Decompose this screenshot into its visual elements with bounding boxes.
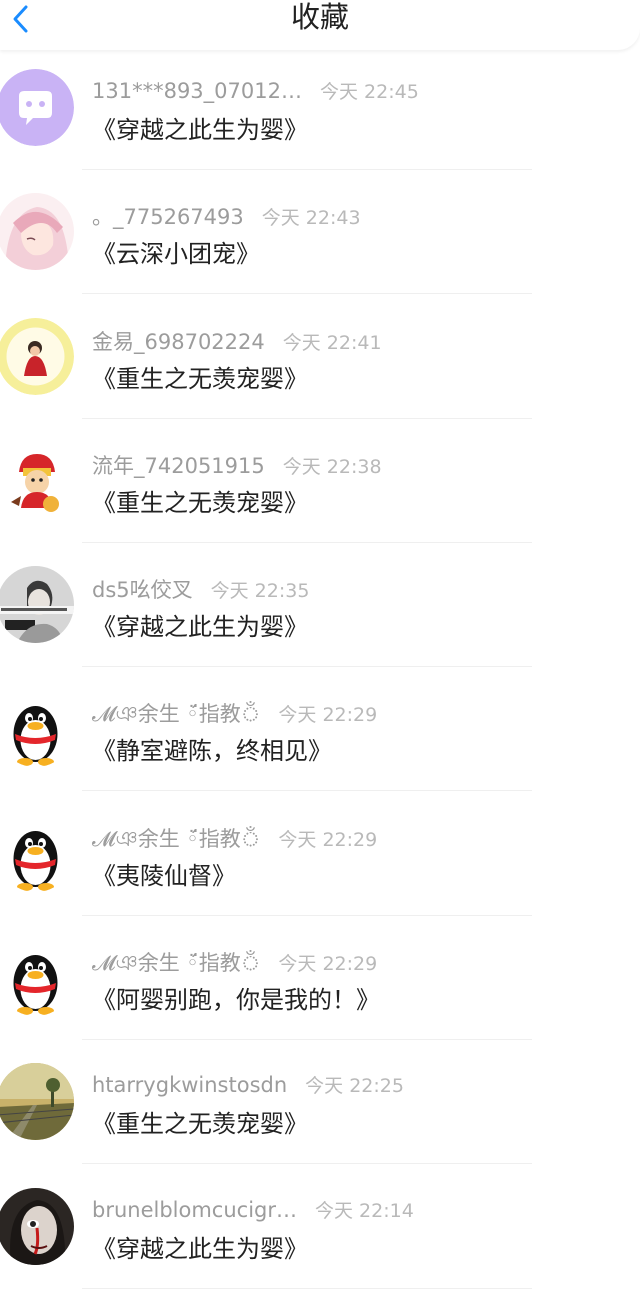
divider (82, 1287, 532, 1289)
item-meta: 流年_742051915 今天 22:38 (92, 450, 382, 478)
divider (82, 417, 532, 419)
divider (82, 169, 532, 170)
anime-girl-avatar[interactable] (0, 193, 74, 271)
book-title[interactable]: 《穿越之此生为婴》 (92, 1229, 308, 1264)
timestamp: 今天 22:45 (319, 81, 419, 103)
timestamp: 今天 22:29 (278, 953, 378, 976)
purple-chat-avatar[interactable] (0, 69, 74, 146)
timestamp: 今天 22:41 (282, 331, 382, 354)
timestamp: 今天 22:29 (278, 828, 378, 851)
list-item[interactable]: ds5吆佼叉 今天 22:35 《穿越之此生为婴》 (0, 559, 640, 683)
timestamp: 今天 22:43 (261, 207, 361, 230)
lucky-cat-avatar[interactable] (0, 441, 74, 519)
dark-face-avatar[interactable] (0, 1187, 74, 1265)
list-item[interactable]: 𝓜ঞ余生 ◦̈́指教ঁ 今天 22:29 《静室避陈，终相见》 (0, 683, 640, 807)
item-meta: htarrygkwinstosdn 今天 22:25 (92, 1071, 404, 1099)
item-meta: 金易_698702224 今天 22:41 (92, 326, 382, 354)
user-name: 𝓜ঞ余生 ◦̈́指教ঁ (92, 951, 261, 976)
divider (82, 666, 532, 668)
timestamp: 今天 22:38 (282, 455, 382, 478)
item-meta: 𝓜ঞ余生 ◦̈́指教ঁ 今天 22:29 (92, 947, 377, 975)
item-meta: 𝓜ঞ余生 ◦̈́指教ঁ 今天 22:29 (92, 823, 377, 851)
book-title[interactable]: 《夷陵仙督》 (92, 856, 236, 891)
favorites-list: 131***893_07012… 今天 22:45 《穿越之此生为婴》 。_775… (0, 62, 640, 1303)
divider (82, 1163, 532, 1165)
item-meta: 𝓜ঞ余生 ◦̈́指教ঁ 今天 22:29 (92, 698, 377, 726)
book-title[interactable]: 《穿越之此生为婴》 (92, 607, 308, 642)
book-title[interactable]: 《静室避陈，终相见》 (92, 731, 332, 766)
list-item[interactable]: brunelblomcucigr… 今天 22:14 《穿越之此生为婴》 (0, 1181, 640, 1303)
user-name: 𝓜ঞ余生 ◦̈́指教ঁ (92, 826, 261, 851)
list-item[interactable]: 131***893_07012… 今天 22:45 《穿越之此生为婴》 (0, 62, 640, 186)
item-meta: brunelblomcucigr… 今天 22:14 (92, 1196, 414, 1224)
list-item[interactable]: 流年_742051915 今天 22:38 《重生之无羡宠婴》 (0, 435, 640, 559)
divider (82, 541, 532, 543)
book-title[interactable]: 《云深小团宠》 (92, 234, 260, 269)
timestamp: 今天 22:35 (210, 580, 310, 603)
railway-landscape-avatar[interactable] (0, 1063, 74, 1141)
item-meta: 。_775267493 今天 22:43 (92, 201, 361, 229)
book-title[interactable]: 《重生之无羡宠婴》 (92, 483, 308, 518)
photo-avatar[interactable] (0, 566, 74, 644)
book-title[interactable]: 《重生之无羡宠婴》 (92, 359, 308, 394)
list-item[interactable]: 𝓜ঞ余生 ◦̈́指教ঁ 今天 22:29 《阿婴别跑，你是我的！》 (0, 932, 640, 1056)
user-name: htarrygkwinstosdn (92, 1073, 288, 1098)
user-name: 金易_698702224 (92, 329, 265, 354)
divider (82, 914, 532, 916)
user-name: 𝓜ঞ余生 ◦̈́指教ঁ (92, 702, 261, 727)
book-title[interactable]: 《阿婴别跑，你是我的！》 (92, 980, 380, 1015)
favorites-screen: 收藏 131***893_07012… 今天 22:45 《穿越之此生为婴》 。… (0, 0, 640, 1303)
list-item[interactable]: 。_775267493 今天 22:43 《云深小团宠》 (0, 186, 640, 310)
item-meta: ds5吆佼叉 今天 22:35 (92, 574, 309, 602)
timestamp: 今天 22:14 (315, 1199, 414, 1222)
penguin-avatar[interactable] (0, 690, 74, 768)
timestamp: 今天 22:29 (278, 704, 378, 727)
book-title[interactable]: 《重生之无羡宠婴》 (92, 1104, 308, 1139)
list-item[interactable]: htarrygkwinstosdn 今天 22:25 《重生之无羡宠婴》 (0, 1056, 640, 1180)
divider (82, 790, 532, 792)
list-item[interactable]: 𝓜ঞ余生 ◦̈́指教ঁ 今天 22:29 《夷陵仙督》 (0, 808, 640, 932)
list-item[interactable]: 金易_698702224 今天 22:41 《重生之无羡宠婴》 (0, 311, 640, 435)
user-name: 流年_742051915 (92, 453, 265, 478)
user-name: ds5吆佼叉 (92, 578, 193, 603)
figure-yellow-avatar[interactable] (0, 317, 74, 395)
user-name: 。_775267493 (92, 205, 244, 230)
divider (82, 1039, 532, 1041)
page-title: 收藏 (290, 0, 349, 34)
penguin-avatar[interactable] (0, 939, 74, 1017)
nav-bar: 收藏 (0, 0, 640, 50)
penguin-avatar[interactable] (0, 814, 74, 892)
book-title[interactable]: 《穿越之此生为婴》 (92, 110, 308, 145)
item-meta: 131***893_07012… 今天 22:45 (92, 77, 419, 105)
user-name: brunelblomcucigr… (92, 1197, 298, 1222)
timestamp: 今天 22:25 (305, 1075, 404, 1098)
user-name: 131***893_07012… (92, 79, 302, 103)
divider (82, 293, 532, 295)
